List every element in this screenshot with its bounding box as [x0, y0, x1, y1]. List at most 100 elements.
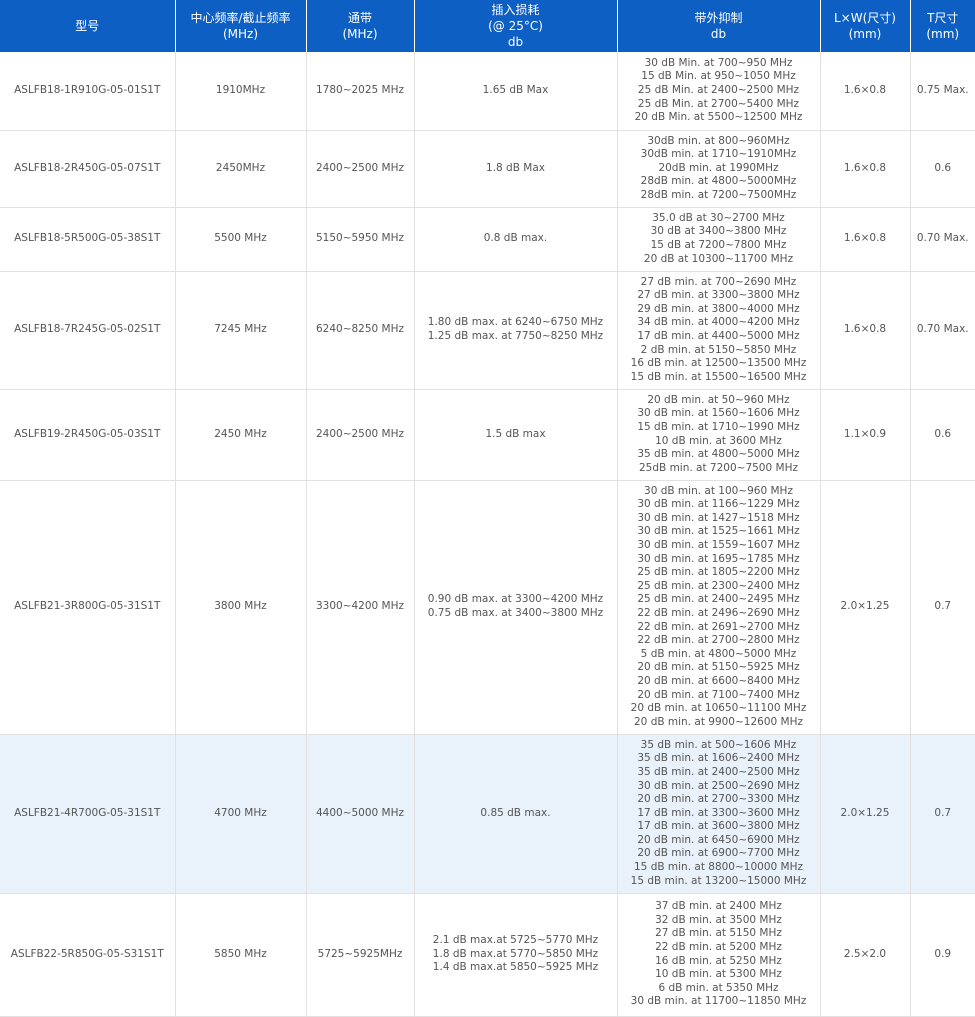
cell-text-line: 20 dB min. at 5150~5925 MHz — [618, 661, 820, 675]
cell-text-line: 22 dB min. at 2496~2690 MHz — [618, 607, 820, 621]
header-text-line: 带外抑制 — [618, 10, 820, 26]
cell-text-line: 20 dB min. at 6600~8400 MHz — [618, 675, 820, 689]
cell-text-line: 0.6 — [911, 162, 975, 176]
header-text-line: 中心频率/截止频率 — [176, 10, 306, 26]
table-body: ASLFB18-1R910G-05-01S1T1910MHz1780~2025 … — [0, 52, 975, 1016]
header-thickness: T尺寸(mm) — [910, 0, 975, 52]
header-text-line: 通带 — [307, 10, 414, 26]
cell-text-line: 30 dB min. at 1166~1229 MHz — [618, 498, 820, 512]
model-cell: ASLFB18-1R910G-05-01S1T — [0, 52, 175, 130]
cell-text-line: 25 dB min. at 2400~2495 MHz — [618, 593, 820, 607]
header-text-line: (mm) — [911, 26, 975, 42]
cell-text-line: 0.7 — [911, 600, 975, 614]
size-lw-cell: 2.5×2.0 — [820, 893, 910, 1016]
center-frequency-cell: 2450MHz — [175, 130, 306, 207]
thickness-cell: 0.7 — [910, 480, 975, 734]
cell-text-line: 5725~5925MHz — [307, 948, 414, 962]
size-lw-cell: 2.0×1.25 — [820, 480, 910, 734]
cell-text-line: 22 dB min. at 2700~2800 MHz — [618, 634, 820, 648]
insertion-loss-cell: 1.8 dB Max — [414, 130, 617, 207]
cell-text-line: 27 dB min. at 5150 MHz — [618, 927, 820, 941]
cell-text-line: 30 dB min. at 1560~1606 MHz — [618, 407, 820, 421]
cell-text-line: 2 dB min. at 5150~5850 MHz — [618, 344, 820, 358]
cell-text-line: 1.6×0.8 — [821, 84, 910, 98]
header-text-line: (@ 25°C) — [415, 18, 617, 34]
cell-text-line: 28dB min. at 7200~7500MHz — [618, 189, 820, 203]
cell-text-line: 2400~2500 MHz — [307, 162, 414, 176]
header-text-line: L×W(尺寸) — [821, 10, 910, 26]
cell-text-line: 16 dB min. at 12500~13500 MHz — [618, 357, 820, 371]
cell-text-line: 20dB min. at 1990MHz — [618, 162, 820, 176]
cell-text-line: 0.85 dB max. — [415, 807, 617, 821]
header-text-line: (MHz) — [307, 26, 414, 42]
cell-text-line: 34 dB min. at 4000~4200 MHz — [618, 316, 820, 330]
cell-text-line: ASLFB19-2R450G-05-03S1T — [0, 428, 175, 442]
passband-cell: 2400~2500 MHz — [306, 389, 414, 480]
rejection-cell: 20 dB min. at 50~960 MHz30 dB min. at 15… — [617, 389, 820, 480]
model-cell: ASLFB18-5R500G-05-38S1T — [0, 207, 175, 271]
cell-text-line: 6240~8250 MHz — [307, 323, 414, 337]
rejection-cell: 30dB min. at 800~960MHz30dB min. at 1710… — [617, 130, 820, 207]
header-text-line: db — [618, 26, 820, 42]
model-cell: ASLFB18-2R450G-05-07S1T — [0, 130, 175, 207]
cell-text-line: 1.1×0.9 — [821, 428, 910, 442]
cell-text-line: 2.0×1.25 — [821, 600, 910, 614]
cell-text-line: 25 dB min. at 2300~2400 MHz — [618, 580, 820, 594]
cell-text-line: 30dB min. at 800~960MHz — [618, 135, 820, 149]
cell-text-line: 15 dB min. at 15500~16500 MHz — [618, 371, 820, 385]
model-cell: ASLFB21-3R800G-05-31S1T — [0, 480, 175, 734]
model-cell: ASLFB18-7R245G-05-02S1T — [0, 271, 175, 389]
cell-text-line: 30 dB min. at 11700~11850 MHz — [618, 995, 820, 1009]
cell-text-line: 22 dB min. at 2691~2700 MHz — [618, 621, 820, 635]
cell-text-line: 2450MHz — [176, 162, 306, 176]
cell-text-line: 30 dB min. at 1695~1785 MHz — [618, 553, 820, 567]
cell-text-line: 0.75 Max. — [911, 84, 975, 98]
cell-text-line: 30 dB Min. at 700~950 MHz — [618, 57, 820, 71]
cell-text-line: 15 dB min. at 13200~15000 MHz — [618, 875, 820, 889]
rejection-cell: 35.0 dB at 30~2700 MHz30 dB at 3400~3800… — [617, 207, 820, 271]
center-frequency-cell: 5850 MHz — [175, 893, 306, 1016]
size-lw-cell: 1.6×0.8 — [820, 207, 910, 271]
cell-text-line: 29 dB min. at 3800~4000 MHz — [618, 303, 820, 317]
size-lw-cell: 1.6×0.8 — [820, 130, 910, 207]
header-center-frequency: 中心频率/截止频率(MHz) — [175, 0, 306, 52]
insertion-loss-cell: 1.65 dB Max — [414, 52, 617, 130]
thickness-cell: 0.70 Max. — [910, 271, 975, 389]
rejection-cell: 35 dB min. at 500~1606 MHz35 dB min. at … — [617, 734, 820, 893]
cell-text-line: 27 dB min. at 700~2690 MHz — [618, 276, 820, 290]
header-model: 型号 — [0, 0, 175, 52]
center-frequency-cell: 5500 MHz — [175, 207, 306, 271]
table-row: ASLFB18-7R245G-05-02S1T7245 MHz6240~8250… — [0, 271, 975, 389]
cell-text-line: 30 dB min. at 100~960 MHz — [618, 485, 820, 499]
size-lw-cell: 2.0×1.25 — [820, 734, 910, 893]
size-lw-cell: 1.6×0.8 — [820, 271, 910, 389]
table-row: ASLFB21-3R800G-05-31S1T3800 MHz3300~4200… — [0, 480, 975, 734]
cell-text-line: ASLFB18-7R245G-05-02S1T — [0, 323, 175, 337]
center-frequency-cell: 1910MHz — [175, 52, 306, 130]
cell-text-line: 7245 MHz — [176, 323, 306, 337]
cell-text-line: 35 dB min. at 2400~2500 MHz — [618, 766, 820, 780]
cell-text-line: ASLFB18-1R910G-05-01S1T — [0, 84, 175, 98]
table-row: ASLFB18-1R910G-05-01S1T1910MHz1780~2025 … — [0, 52, 975, 130]
cell-text-line: 30 dB at 3400~3800 MHz — [618, 225, 820, 239]
cell-text-line: 2.1 dB max.at 5725~5770 MHz — [415, 934, 617, 948]
passband-cell: 1780~2025 MHz — [306, 52, 414, 130]
passband-cell: 3300~4200 MHz — [306, 480, 414, 734]
header-text-line: (MHz) — [176, 26, 306, 42]
center-frequency-cell: 4700 MHz — [175, 734, 306, 893]
cell-text-line: 0.75 dB max. at 3400~3800 MHz — [415, 607, 617, 621]
insertion-loss-cell: 0.90 dB max. at 3300~4200 MHz0.75 dB max… — [414, 480, 617, 734]
table-header-row: 型号 中心频率/截止频率(MHz) 通带(MHz) 插入损耗(@ 25°C)db… — [0, 0, 975, 52]
cell-text-line: ASLFB18-2R450G-05-07S1T — [0, 162, 175, 176]
cell-text-line: 30dB min. at 1710~1910MHz — [618, 148, 820, 162]
cell-text-line: ASLFB21-4R700G-05-31S1T — [0, 807, 175, 821]
cell-text-line: 25 dB Min. at 2400~2500 MHz — [618, 84, 820, 98]
cell-text-line: 2.5×2.0 — [821, 948, 910, 962]
cell-text-line: 25 dB Min. at 2700~5400 MHz — [618, 98, 820, 112]
cell-text-line: 1.8 dB Max — [415, 162, 617, 176]
cell-text-line: 2.0×1.25 — [821, 807, 910, 821]
cell-text-line: 20 dB at 10300~11700 MHz — [618, 253, 820, 267]
cell-text-line: 0.6 — [911, 428, 975, 442]
insertion-loss-cell: 2.1 dB max.at 5725~5770 MHz1.8 dB max.at… — [414, 893, 617, 1016]
cell-text-line: 30 dB min. at 1427~1518 MHz — [618, 512, 820, 526]
